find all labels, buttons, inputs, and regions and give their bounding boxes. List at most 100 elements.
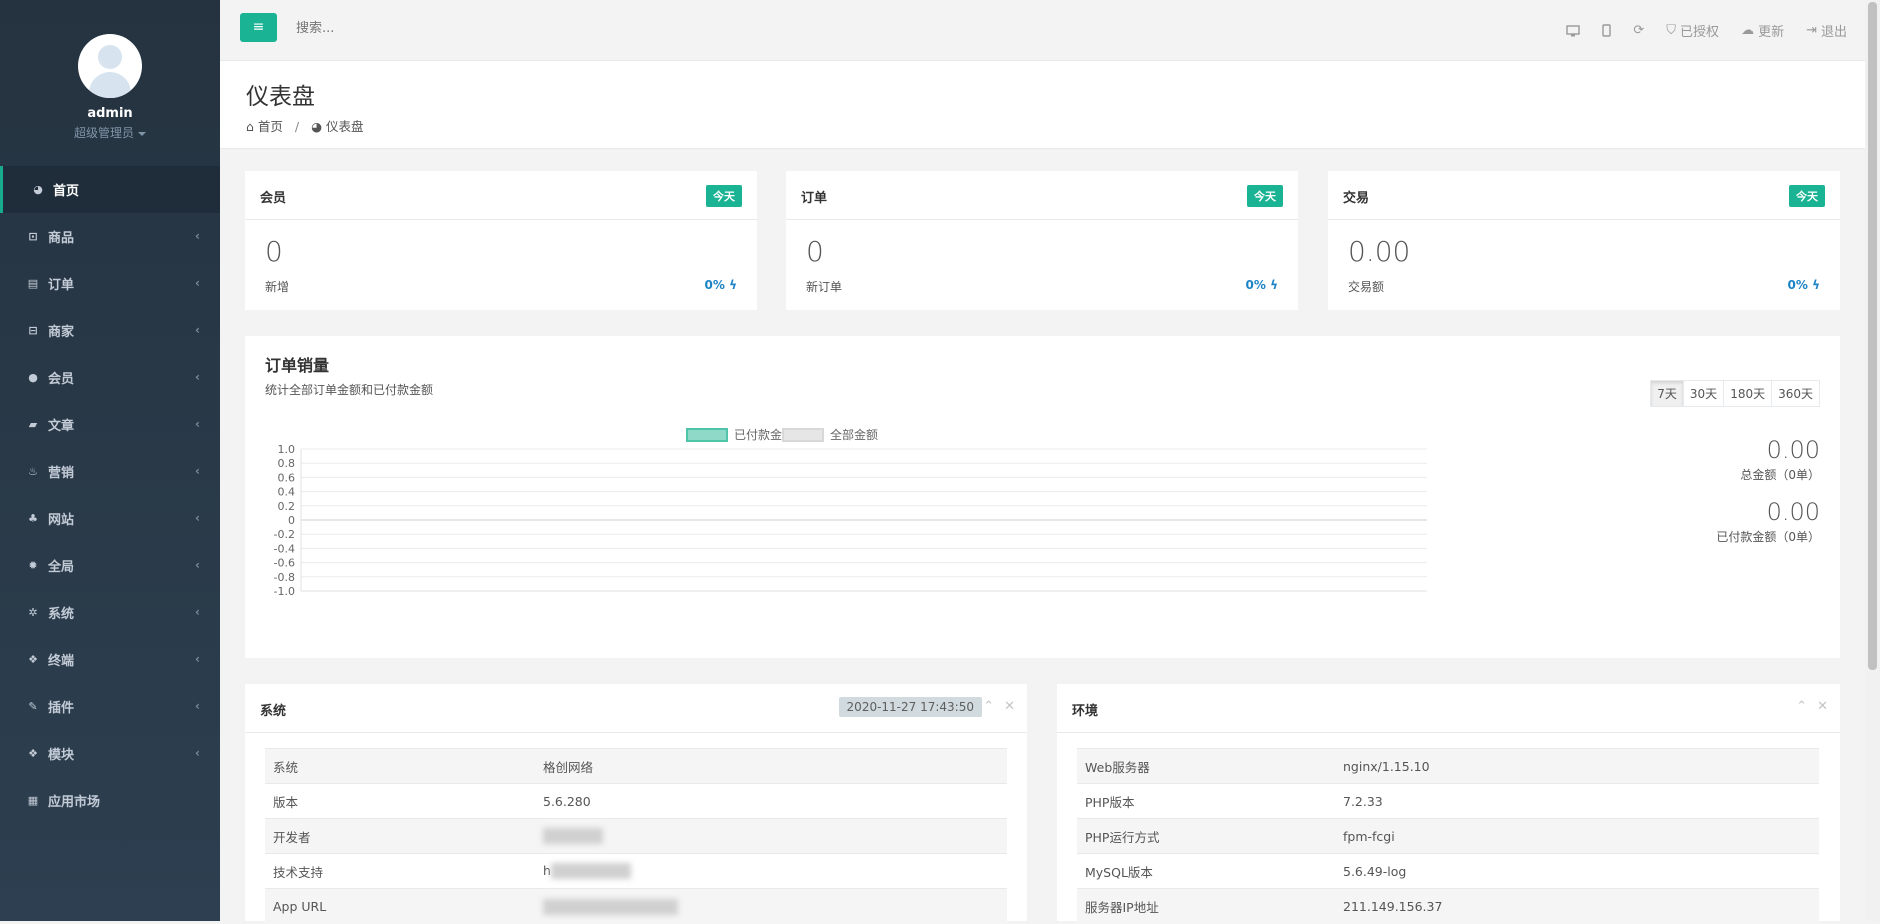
row-key: Web服务器 [1077,748,1335,784]
table-row: PHP运行方式 fpm-fcgi [1077,818,1819,854]
bolt-icon: ϟ [1270,278,1278,292]
sidebar-item-2[interactable]: ▤ 订单 ‹ [0,260,220,307]
today-badge: 今天 [1789,185,1825,207]
sidebar-item-label: 系统 [48,607,75,622]
shopping-bag-icon: ⊡ [28,230,38,243]
authorized-link[interactable]: ⛉ 已授权 [1666,21,1719,40]
desktop-icon [1566,24,1581,36]
table-row: App URL [265,888,1007,924]
card-title: 会员 [260,191,287,206]
sidebar-item-12[interactable]: ❖ 模块 ‹ [0,730,220,777]
sidebar-item-7[interactable]: ♣ 网站 ‹ [0,495,220,542]
scrollbar-thumb[interactable] [1868,2,1877,670]
legend-swatch [686,428,728,442]
stat-percent: 0% ϟ [1787,278,1820,292]
store-icon: ⊟ [28,324,38,337]
card-tools: ⌃ ✕ [1796,699,1828,714]
chevron-left-icon: ‹ [195,229,200,243]
stat-label: 新订单 [806,280,843,294]
range-180d-button[interactable]: 180天 [1723,380,1773,407]
sidebar-item-3[interactable]: ⊟ 商家 ‹ [0,307,220,354]
y-tick-label: -0.2 [274,528,295,541]
chevron-left-icon: ‹ [195,652,200,666]
range-360d-button[interactable]: 360天 [1771,380,1820,407]
system-card: 系统 2020-11-27 17:43:50 ⌃ ✕ 系统 格创网络 版本 5.6.… [245,684,1027,924]
update-link[interactable]: ☁ 更新 [1741,21,1784,40]
breadcrumb: ⌂ 首页 / ◕ 仪表盘 [246,116,364,135]
paid-label: 已付款金额（0单） [1716,530,1820,544]
chevron-left-icon: ‹ [195,746,200,760]
redacted-value [550,863,631,880]
chevron-left-icon: ‹ [195,323,200,337]
stat-value: 0 [806,235,824,268]
table-row: MySQL版本 5.6.49-log [1077,853,1819,889]
dashboard-icon: ◕ [33,183,43,196]
row-value [535,818,1007,854]
row-value: 格创网络 [535,748,1007,784]
mobile-view-button[interactable] [1602,24,1612,37]
sidebar-item-4[interactable]: ● 会员 ‹ [0,354,220,401]
collapse-icon[interactable]: ⌃ [983,699,994,714]
trades-card: 交易 今天 0.00 交易额 0% ϟ [1328,171,1840,310]
stat-label: 新增 [265,280,290,294]
page-title: 仪表盘 [246,84,315,110]
range-7d-button[interactable]: 7天 [1650,380,1684,407]
sidebar-item-10[interactable]: ❖ 终端 ‹ [0,636,220,683]
breadcrumb-current: ◕ 仪表盘 [311,119,364,134]
card-title: 环境 [1072,704,1099,719]
card-tools: ⌃ ✕ [983,699,1015,714]
chevron-left-icon: ‹ [195,699,200,713]
sales-card: 订单销量 统计全部订单金额和已付款金额 7天 30天 180天 360天 已付款… [245,336,1840,658]
stat-percent: 0% ϟ [704,278,737,292]
row-key: 服务器IP地址 [1077,888,1335,924]
y-tick-label: -0.8 [274,571,295,584]
chevron-left-icon: ‹ [195,511,200,525]
user-name: admin [87,106,133,121]
row-key: PHP版本 [1077,783,1335,819]
desktop-view-button[interactable] [1566,24,1581,37]
range-30d-button[interactable]: 30天 [1682,380,1725,407]
paid-amount: 0.00 已付款金额（0单） [1716,498,1820,545]
cubes-icon: ❖ [28,747,38,760]
top-actions: ⟳ ⛉ 已授权 ☁ 更新 ⇥ 退出 [1566,0,1847,61]
y-tick-label: 0.4 [278,486,296,499]
mobile-icon [1602,24,1612,37]
close-icon[interactable]: ✕ [1004,699,1015,714]
refresh-button[interactable]: ⟳ [1633,23,1644,38]
sidebar-item-9[interactable]: ✲ 系统 ‹ [0,589,220,636]
row-key: App URL [265,888,535,924]
card-title: 订单 [801,191,828,206]
y-tick-label: 1.0 [278,443,296,456]
gear-icon: ✹ [28,559,38,572]
environment-table: Web服务器 nginx/1.15.10 PHP版本 7.2.33 PHP运行方式 f… [1077,748,1819,924]
chevron-left-icon: ‹ [195,370,200,384]
sidebar-item-6[interactable]: ♨ 营销 ‹ [0,448,220,495]
sidebar-item-0[interactable]: ◕ 首页 [0,166,220,213]
table-row: 版本 5.6.280 [265,783,1007,819]
sidebar-item-1[interactable]: ⊡ 商品 ‹ [0,213,220,260]
sidebar-item-label: 首页 [53,184,80,199]
dashboard-icon: ◕ [311,119,323,134]
sales-chart: 已付款金额 全部金额1.00.80.60.40.20-0.2-0.4-0.6-0.… [274,427,1427,598]
user-role-dropdown[interactable]: 超级管理员 [0,124,220,141]
search-input[interactable] [294,20,594,37]
sidebar-item-13[interactable]: ▦ 应用市场 [0,777,220,824]
collapse-icon[interactable]: ⌃ [1796,699,1807,714]
environment-card: 环境 ⌃ ✕ Web服务器 nginx/1.15.10 PHP版本 7.2.33 P… [1057,684,1840,924]
sidebar-item-5[interactable]: ▰ 文章 ‹ [0,401,220,448]
logout-link[interactable]: ⇥ 退出 [1806,21,1847,40]
breadcrumb-home[interactable]: ⌂ 首页 [246,119,283,134]
sidebar-item-label: 全局 [48,560,75,575]
sidebar-item-8[interactable]: ✹ 全局 ‹ [0,542,220,589]
menu-toggle-button[interactable]: ≡ [240,13,277,42]
sidebar-item-label: 网站 [48,513,75,528]
card-title: 系统 [260,704,287,719]
avatar[interactable] [78,34,142,98]
sidebar-item-11[interactable]: ✎ 插件 ‹ [0,683,220,730]
sidebar-item-label: 文章 [48,419,75,434]
total-value: 0.00 [1766,436,1820,464]
chevron-left-icon: ‹ [195,464,200,478]
page-scrollbar[interactable] [1865,0,1880,921]
close-icon[interactable]: ✕ [1817,699,1828,714]
table-row: 系统 格创网络 [265,748,1007,784]
